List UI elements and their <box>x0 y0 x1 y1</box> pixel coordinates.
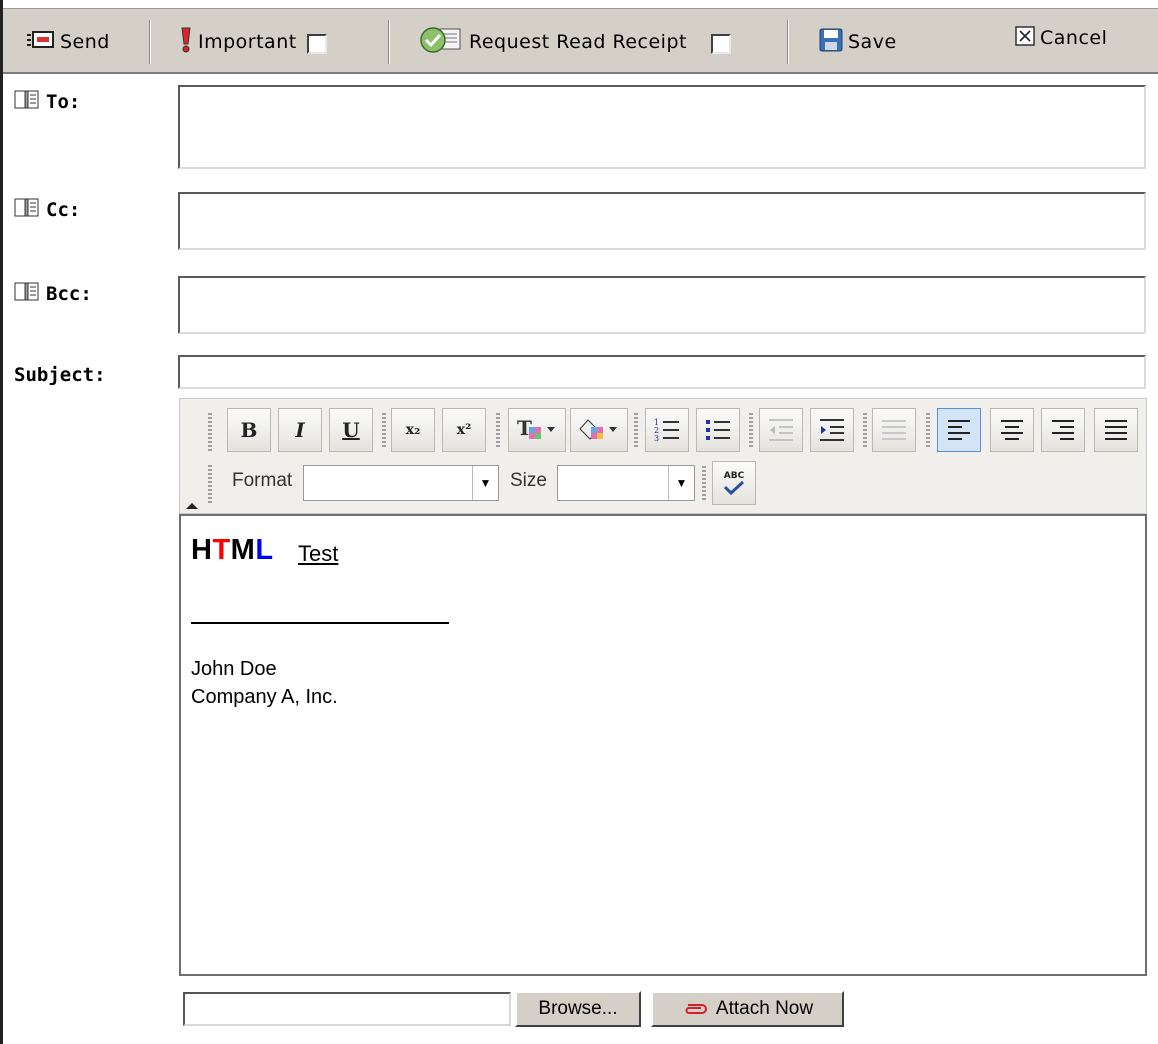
cancel-label: Cancel <box>1040 27 1108 49</box>
align-center-icon <box>1001 420 1023 440</box>
subject-input[interactable] <box>178 355 1146 389</box>
spellcheck-label: ABC <box>723 471 745 481</box>
toolbar-grip[interactable] <box>208 465 212 505</box>
align-right-icon <box>1052 420 1074 440</box>
signature-company: Company A, Inc. <box>191 686 338 708</box>
numbered-list-button[interactable]: 123 <box>645 408 689 452</box>
receipt-check-icon <box>418 25 464 60</box>
toolbar-divider <box>702 466 706 500</box>
toolbar-divider <box>787 20 789 64</box>
toolbar-grip[interactable] <box>208 413 212 453</box>
attachment-file-input[interactable] <box>183 992 511 1026</box>
address-book-icon <box>14 280 40 307</box>
toolbar-divider <box>388 20 390 64</box>
numbered-list-icon: 123 <box>654 418 679 443</box>
outdent-button[interactable] <box>759 408 803 452</box>
important-label: Important <box>198 31 297 53</box>
message-body-editor[interactable]: HTML Test John Doe Company A, Inc. <box>179 514 1147 976</box>
floppy-disk-icon <box>819 28 843 57</box>
to-field[interactable] <box>178 85 1146 169</box>
paint-bucket-icon <box>579 419 617 440</box>
html-heading-letter: M <box>230 534 256 566</box>
attach-now-button[interactable]: Attach Now <box>651 991 844 1027</box>
to-label-group[interactable]: To: <box>14 88 80 115</box>
superscript-button[interactable]: x² <box>442 408 486 452</box>
toolbar-divider <box>496 413 500 449</box>
size-select[interactable]: ▼ <box>557 465 695 501</box>
justify-button[interactable] <box>1094 408 1138 452</box>
checkmark-icon <box>723 481 745 495</box>
send-label: Send <box>60 31 110 53</box>
indent-icon <box>820 419 844 441</box>
subscript-button[interactable]: x₂ <box>391 408 435 452</box>
underline-button[interactable]: U <box>329 408 373 452</box>
toolbar-divider <box>382 413 386 449</box>
svg-text:3: 3 <box>654 434 659 443</box>
toolbar-divider <box>863 413 867 449</box>
important-toggle[interactable]: Important <box>179 24 327 60</box>
send-icon <box>27 29 55 56</box>
chevron-down-icon[interactable]: ▼ <box>472 466 498 500</box>
background-color-button[interactable] <box>570 408 628 452</box>
cc-field[interactable] <box>178 192 1146 250</box>
read-receipt-toggle[interactable]: Request Read Receipt <box>418 24 731 60</box>
align-center-button[interactable] <box>990 408 1034 452</box>
bcc-label: Bcc: <box>46 282 92 305</box>
toolbar-divider <box>634 413 638 449</box>
to-label: To: <box>46 90 81 113</box>
text-color-button[interactable]: T <box>508 408 566 452</box>
bullet-list-button[interactable] <box>696 408 740 452</box>
outdent-icon <box>769 419 793 441</box>
format-select[interactable]: ▼ <box>303 465 499 501</box>
save-button[interactable]: Save <box>819 24 897 60</box>
read-receipt-checkbox[interactable] <box>710 34 731 54</box>
browse-button[interactable]: Browse... <box>515 991 641 1027</box>
blockquote-button[interactable] <box>872 408 916 452</box>
paperclip-icon <box>682 1002 708 1016</box>
bold-button[interactable]: B <box>227 408 271 452</box>
cancel-button[interactable]: Cancel <box>1015 20 1107 56</box>
format-label: Format <box>232 470 293 491</box>
cc-label: Cc: <box>46 198 81 221</box>
html-heading-letter: L <box>255 534 274 566</box>
indent-button[interactable] <box>810 408 854 452</box>
close-box-icon <box>1015 25 1035 51</box>
text-color-icon: T <box>517 416 555 440</box>
attach-now-label: Attach Now <box>715 998 814 1019</box>
align-left-icon <box>948 420 970 440</box>
toolbar-divider <box>926 413 930 449</box>
bcc-field[interactable] <box>178 276 1146 334</box>
send-button[interactable]: Send <box>27 24 110 60</box>
address-book-icon <box>14 88 40 115</box>
address-book-icon <box>14 196 40 223</box>
align-left-button[interactable] <box>937 408 981 452</box>
size-label: Size <box>510 470 547 491</box>
exclamation-icon <box>179 26 193 59</box>
important-checkbox[interactable] <box>306 34 327 54</box>
html-heading: HTML <box>191 534 274 567</box>
chevron-down-icon[interactable]: ▼ <box>668 466 694 500</box>
collapse-toolbar-icon[interactable] <box>186 503 198 509</box>
test-text: Test <box>298 541 339 566</box>
blockquote-icon <box>882 420 906 440</box>
html-heading-letter: T <box>212 534 231 566</box>
compose-toolbar: Send Important Request Read Receipt Save… <box>3 0 1158 74</box>
italic-button[interactable]: I <box>278 408 322 452</box>
html-heading-letter: H <box>191 534 213 566</box>
align-right-button[interactable] <box>1041 408 1085 452</box>
save-label: Save <box>848 31 897 53</box>
signature-divider <box>191 622 449 624</box>
subject-label: Subject: <box>14 364 106 386</box>
toolbar-divider <box>749 413 753 449</box>
read-receipt-label: Request Read Receipt <box>469 31 687 53</box>
bcc-label-group[interactable]: Bcc: <box>14 280 92 307</box>
spellcheck-button[interactable]: ABC <box>712 461 756 505</box>
signature-name: John Doe <box>191 658 277 680</box>
toolbar-divider <box>149 20 151 64</box>
bullet-list-icon <box>706 420 730 440</box>
justify-icon <box>1105 420 1127 440</box>
cc-label-group[interactable]: Cc: <box>14 196 80 223</box>
